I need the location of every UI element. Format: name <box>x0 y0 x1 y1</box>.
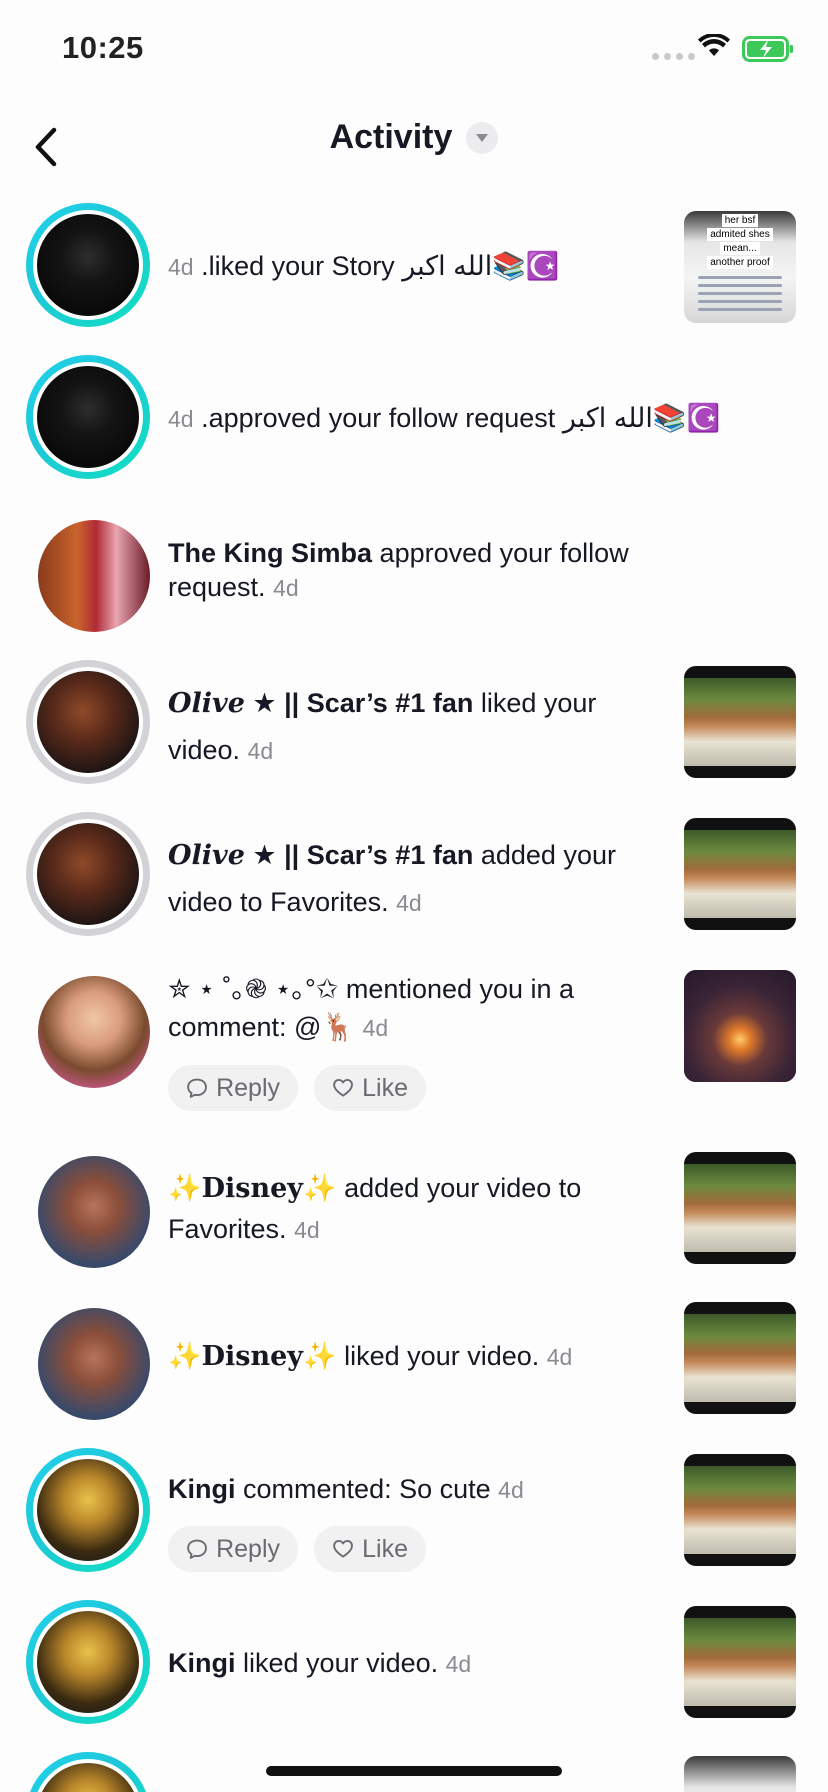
story-thumbnail[interactable]: her bsf admited shes mean... another pro… <box>684 211 796 323</box>
heart-icon <box>333 1078 353 1097</box>
avatar[interactable] <box>26 660 150 784</box>
battery-charging-icon <box>742 36 793 62</box>
sparkles-icon: ✨ <box>168 1173 202 1203</box>
wifi-icon <box>698 34 730 56</box>
timestamp: 4d <box>498 1477 524 1503</box>
timestamp: 4d <box>273 575 299 601</box>
sparkles-icon: ✨ <box>303 1173 337 1203</box>
avatar[interactable] <box>26 1600 150 1724</box>
activity-item[interactable]: The King Simba approved your follow requ… <box>0 514 828 632</box>
activity-item[interactable]: ✮ ⋆ ˚｡֎ ⋆｡°✩ mentioned you in a comment:… <box>0 970 828 1120</box>
home-indicator[interactable] <box>266 1766 562 1776</box>
reply-button[interactable]: Reply <box>168 1065 298 1111</box>
username[interactable]: ✨Disney✨ <box>168 1173 337 1204</box>
video-thumbnail[interactable] <box>684 1152 796 1264</box>
username-suffix: ★ || Scar’s #1 fan <box>252 840 474 870</box>
sparkles-icon: ✨ <box>168 1341 202 1371</box>
avatar[interactable] <box>26 812 150 936</box>
chevron-down-icon <box>466 121 499 154</box>
avatar[interactable] <box>26 1448 150 1572</box>
activity-item[interactable]: Olive ★ || Scar’s #1 fan liked your vide… <box>0 660 828 788</box>
like-button[interactable]: Like <box>314 1065 426 1111</box>
cellular-signal-icon <box>652 53 695 60</box>
username[interactable]: Olive <box>168 688 245 719</box>
comment-icon <box>187 1539 207 1559</box>
avatar[interactable] <box>32 514 156 638</box>
username[interactable]: Olive <box>168 840 245 871</box>
activity-item[interactable]: ✨Disney✨ added your video to Favorites. … <box>0 1150 828 1268</box>
activity-item[interactable]: Kingi liked your video. 4d <box>0 1600 828 1728</box>
username[interactable]: Kingi <box>168 1474 236 1504</box>
like-button[interactable]: Like <box>314 1526 426 1572</box>
activity-item[interactable]: 4d .liked your Story الله اكبر📚☪️ her bs… <box>0 203 828 331</box>
timestamp: 4d <box>168 254 194 280</box>
avatar[interactable] <box>32 1150 156 1274</box>
activity-text: .approved your follow request الله اكبر📚… <box>201 403 721 433</box>
username[interactable]: The King Simba <box>168 538 372 568</box>
sparkles-icon: ✨ <box>303 1341 337 1371</box>
avatar[interactable] <box>26 1752 150 1792</box>
username[interactable]: ✨Disney✨ <box>168 1341 337 1372</box>
timestamp: 4d <box>247 738 274 764</box>
activity-item[interactable]: Kingi commented: So cute 4d Reply Like <box>0 1448 828 1576</box>
status-time: 10:25 <box>62 30 144 65</box>
comment-icon <box>187 1078 207 1098</box>
header: Activity <box>0 100 828 200</box>
avatar[interactable] <box>32 1302 156 1426</box>
status-bar: 10:25 <box>0 0 828 100</box>
timestamp: 4d <box>445 1651 472 1677</box>
timestamp: 4d <box>362 1015 389 1041</box>
video-thumbnail[interactable] <box>684 970 796 1082</box>
activity-text: liked your video. <box>243 1648 439 1678</box>
timestamp: 4d <box>294 1217 320 1243</box>
video-thumbnail[interactable] <box>684 1302 796 1414</box>
avatar[interactable] <box>32 970 156 1094</box>
avatar[interactable] <box>26 203 150 327</box>
page-title: Activity <box>329 118 453 156</box>
activity-item[interactable]: 4d .approved your follow request الله اك… <box>0 355 828 483</box>
video-thumbnail[interactable] <box>684 1606 796 1718</box>
heart-icon <box>333 1539 353 1558</box>
avatar[interactable] <box>26 355 150 479</box>
username[interactable]: Kingi <box>168 1648 236 1678</box>
activity-item[interactable]: Olive ★ || Scar’s #1 fan added your vide… <box>0 812 828 940</box>
reply-button[interactable]: Reply <box>168 1526 298 1572</box>
title-dropdown[interactable]: Activity <box>0 118 828 157</box>
username[interactable]: ✮ ⋆ ˚｡֎ ⋆｡°✩ <box>168 974 338 1004</box>
video-thumbnail[interactable] <box>684 666 796 778</box>
timestamp: 4d <box>546 1344 573 1370</box>
activity-item[interactable]: ✨Disney✨ liked your video. 4d <box>0 1302 828 1420</box>
activity-text: liked your video. <box>344 1341 540 1371</box>
thumbnail-caption: her bsf admited shes mean... another pro… <box>690 213 790 269</box>
timestamp: 4d <box>396 890 422 916</box>
username-suffix: ★ || Scar’s #1 fan <box>252 688 474 718</box>
video-thumbnail[interactable] <box>684 1454 796 1566</box>
timestamp: 4d <box>168 406 194 432</box>
story-thumbnail[interactable] <box>684 1756 796 1792</box>
activity-text: commented: So cute <box>243 1474 491 1504</box>
activity-text: .liked your Story الله اكبر📚☪️ <box>201 251 560 281</box>
video-thumbnail[interactable] <box>684 818 796 930</box>
